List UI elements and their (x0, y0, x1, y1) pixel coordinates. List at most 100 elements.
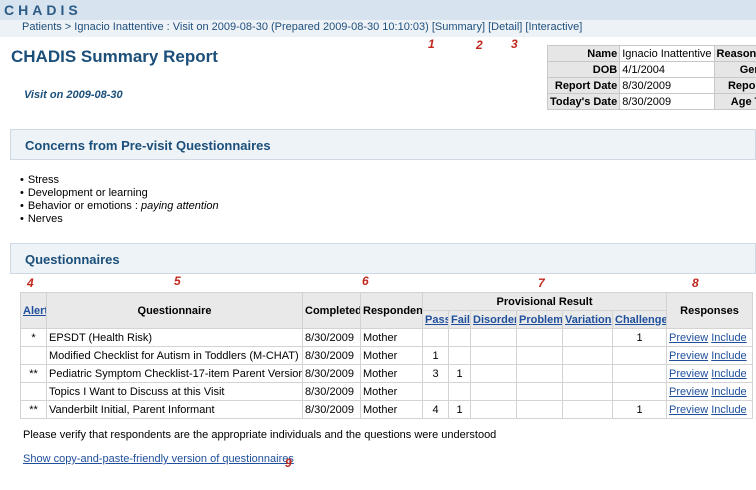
marker-6: 6 (362, 274, 369, 288)
completed-date: 8/30/2009 (302, 382, 361, 401)
disorder-count (470, 346, 517, 365)
info-row-today: Today's Date 8/30/2009 Age Tod (546, 93, 756, 110)
marker-9: 9 (285, 456, 292, 470)
info-row-name: Name Ignacio Inattentive Reason for (546, 45, 756, 62)
variation-count (562, 364, 613, 383)
challenge-count: 1 (611, 328, 668, 347)
patient-info-table: Name Ignacio Inattentive Reason for DOB … (546, 45, 756, 110)
dob-label: DOB (546, 61, 621, 78)
alert-cell (20, 382, 47, 401)
disorder-count (470, 328, 517, 347)
preview-link[interactable]: Preview (669, 386, 708, 398)
age-today-label: Age Tod (713, 93, 756, 110)
include-link[interactable]: Include (711, 350, 746, 362)
preview-link[interactable]: Preview (669, 404, 708, 416)
problem-count (516, 328, 563, 347)
today-date-value: 8/30/2009 (619, 93, 715, 110)
disorder-column-header[interactable]: Disorder (470, 310, 517, 329)
list-item: Behavior or emotions : paying attention (20, 200, 219, 213)
problem-column-header[interactable]: Problem (516, 310, 563, 329)
variation-count (562, 346, 613, 365)
table-row: * EPSDT (Health Risk) 8/30/2009 Mother 1 Prev… (20, 328, 754, 347)
questionnaire-name: Vanderbilt Initial, Parent Informant (46, 400, 303, 419)
preview-link[interactable]: Preview (669, 332, 708, 344)
concerns-list: Stress Development or learning Behavior … (20, 174, 219, 226)
respondent-column-header: Respondent (360, 292, 423, 329)
gender-label: Gende (713, 61, 756, 78)
list-item: Nerves (20, 213, 219, 226)
include-link[interactable]: Include (711, 404, 746, 416)
disorder-count (470, 364, 517, 383)
report-date-value: 8/30/2009 (619, 77, 715, 94)
variation-count (562, 400, 613, 419)
marker-5: 5 (174, 274, 181, 288)
breadcrumb: Patients > Ignacio Inattentive : Visit o… (22, 21, 582, 33)
marker-7: 7 (538, 276, 545, 290)
report-date-label: Report Date (546, 77, 621, 94)
variation-column-header[interactable]: Variation (562, 310, 613, 329)
variation-count (562, 382, 613, 401)
responses-cell: Preview Include (666, 382, 754, 401)
chadis-logo: CHADIS (4, 2, 82, 18)
disorder-count (470, 400, 517, 419)
marker-2: 2 (476, 38, 483, 52)
pass-column-header[interactable]: Pass (422, 310, 449, 329)
breadcrumb-text[interactable]: Patients > Ignacio Inattentive : Visit o… (22, 21, 429, 33)
table-row: ** Vanderbilt Initial, Parent Informant 8/… (20, 400, 754, 419)
completed-column-header: Completed (302, 292, 361, 329)
questionnaire-name: Topics I Want to Discuss at this Visit (46, 382, 303, 401)
top-banner: CHADIS (0, 0, 756, 20)
info-row-report-date: Report Date 8/30/2009 Report A (546, 77, 756, 94)
fail-count (448, 382, 471, 401)
responses-cell: Preview Include (666, 328, 754, 347)
challenge-count (611, 346, 668, 365)
challenge-count (611, 364, 668, 383)
disorder-count (470, 382, 517, 401)
alert-cell: ** (20, 400, 47, 419)
verification-note: Please verify that respondents are the a… (23, 429, 497, 441)
questionnaire-name: Pediatric Symptom Checklist-17-item Pare… (46, 364, 303, 383)
fail-column-header[interactable]: Fail (448, 310, 471, 329)
responses-cell: Preview Include (666, 346, 754, 365)
report-age-label: Report A (713, 77, 756, 94)
problem-count (516, 346, 563, 365)
visit-date: Visit on 2009-08-30 (24, 89, 123, 101)
respondent: Mother (360, 400, 423, 419)
variation-count (562, 328, 613, 347)
completed-date: 8/30/2009 (302, 328, 361, 347)
include-link[interactable]: Include (711, 332, 746, 344)
copy-paste-link[interactable]: Show copy-and-paste-friendly version of … (23, 453, 294, 465)
pass-count: 3 (422, 364, 449, 383)
challenge-count: 1 (611, 400, 668, 419)
table-row: Topics I Want to Discuss at this Visit 8/… (20, 382, 754, 401)
fail-count: 1 (448, 364, 471, 383)
today-date-label: Today's Date (546, 93, 621, 110)
responses-column-header: Responses (666, 292, 754, 329)
preview-link[interactable]: Preview (669, 350, 708, 362)
marker-8: 8 (692, 276, 699, 290)
include-link[interactable]: Include (711, 386, 746, 398)
fail-count: 1 (448, 400, 471, 419)
alert-cell (20, 346, 47, 365)
summary-link[interactable]: [Summary] (432, 21, 485, 33)
challenge-column-header[interactable]: Challenge (611, 310, 668, 329)
alert-column-header[interactable]: Alert (20, 292, 47, 329)
alert-cell: ** (20, 364, 47, 383)
list-item: Development or learning (20, 187, 219, 200)
concerns-section-header: Concerns from Pre-visit Questionnaires (10, 129, 756, 160)
include-link[interactable]: Include (711, 368, 746, 380)
detail-link[interactable]: [Detail] (488, 21, 522, 33)
responses-cell: Preview Include (666, 400, 754, 419)
interactive-link[interactable]: [Interactive] (525, 21, 582, 33)
challenge-count (611, 382, 668, 401)
respondent: Mother (360, 364, 423, 383)
name-value: Ignacio Inattentive (619, 45, 715, 62)
problem-count (516, 400, 563, 419)
respondent: Mother (360, 346, 423, 365)
marker-4: 4 (27, 276, 34, 290)
info-row-dob: DOB 4/1/2004 Gende (546, 61, 756, 78)
fail-count (448, 346, 471, 365)
responses-cell: Preview Include (666, 364, 754, 383)
reason-label: Reason for (713, 45, 756, 62)
preview-link[interactable]: Preview (669, 368, 708, 380)
